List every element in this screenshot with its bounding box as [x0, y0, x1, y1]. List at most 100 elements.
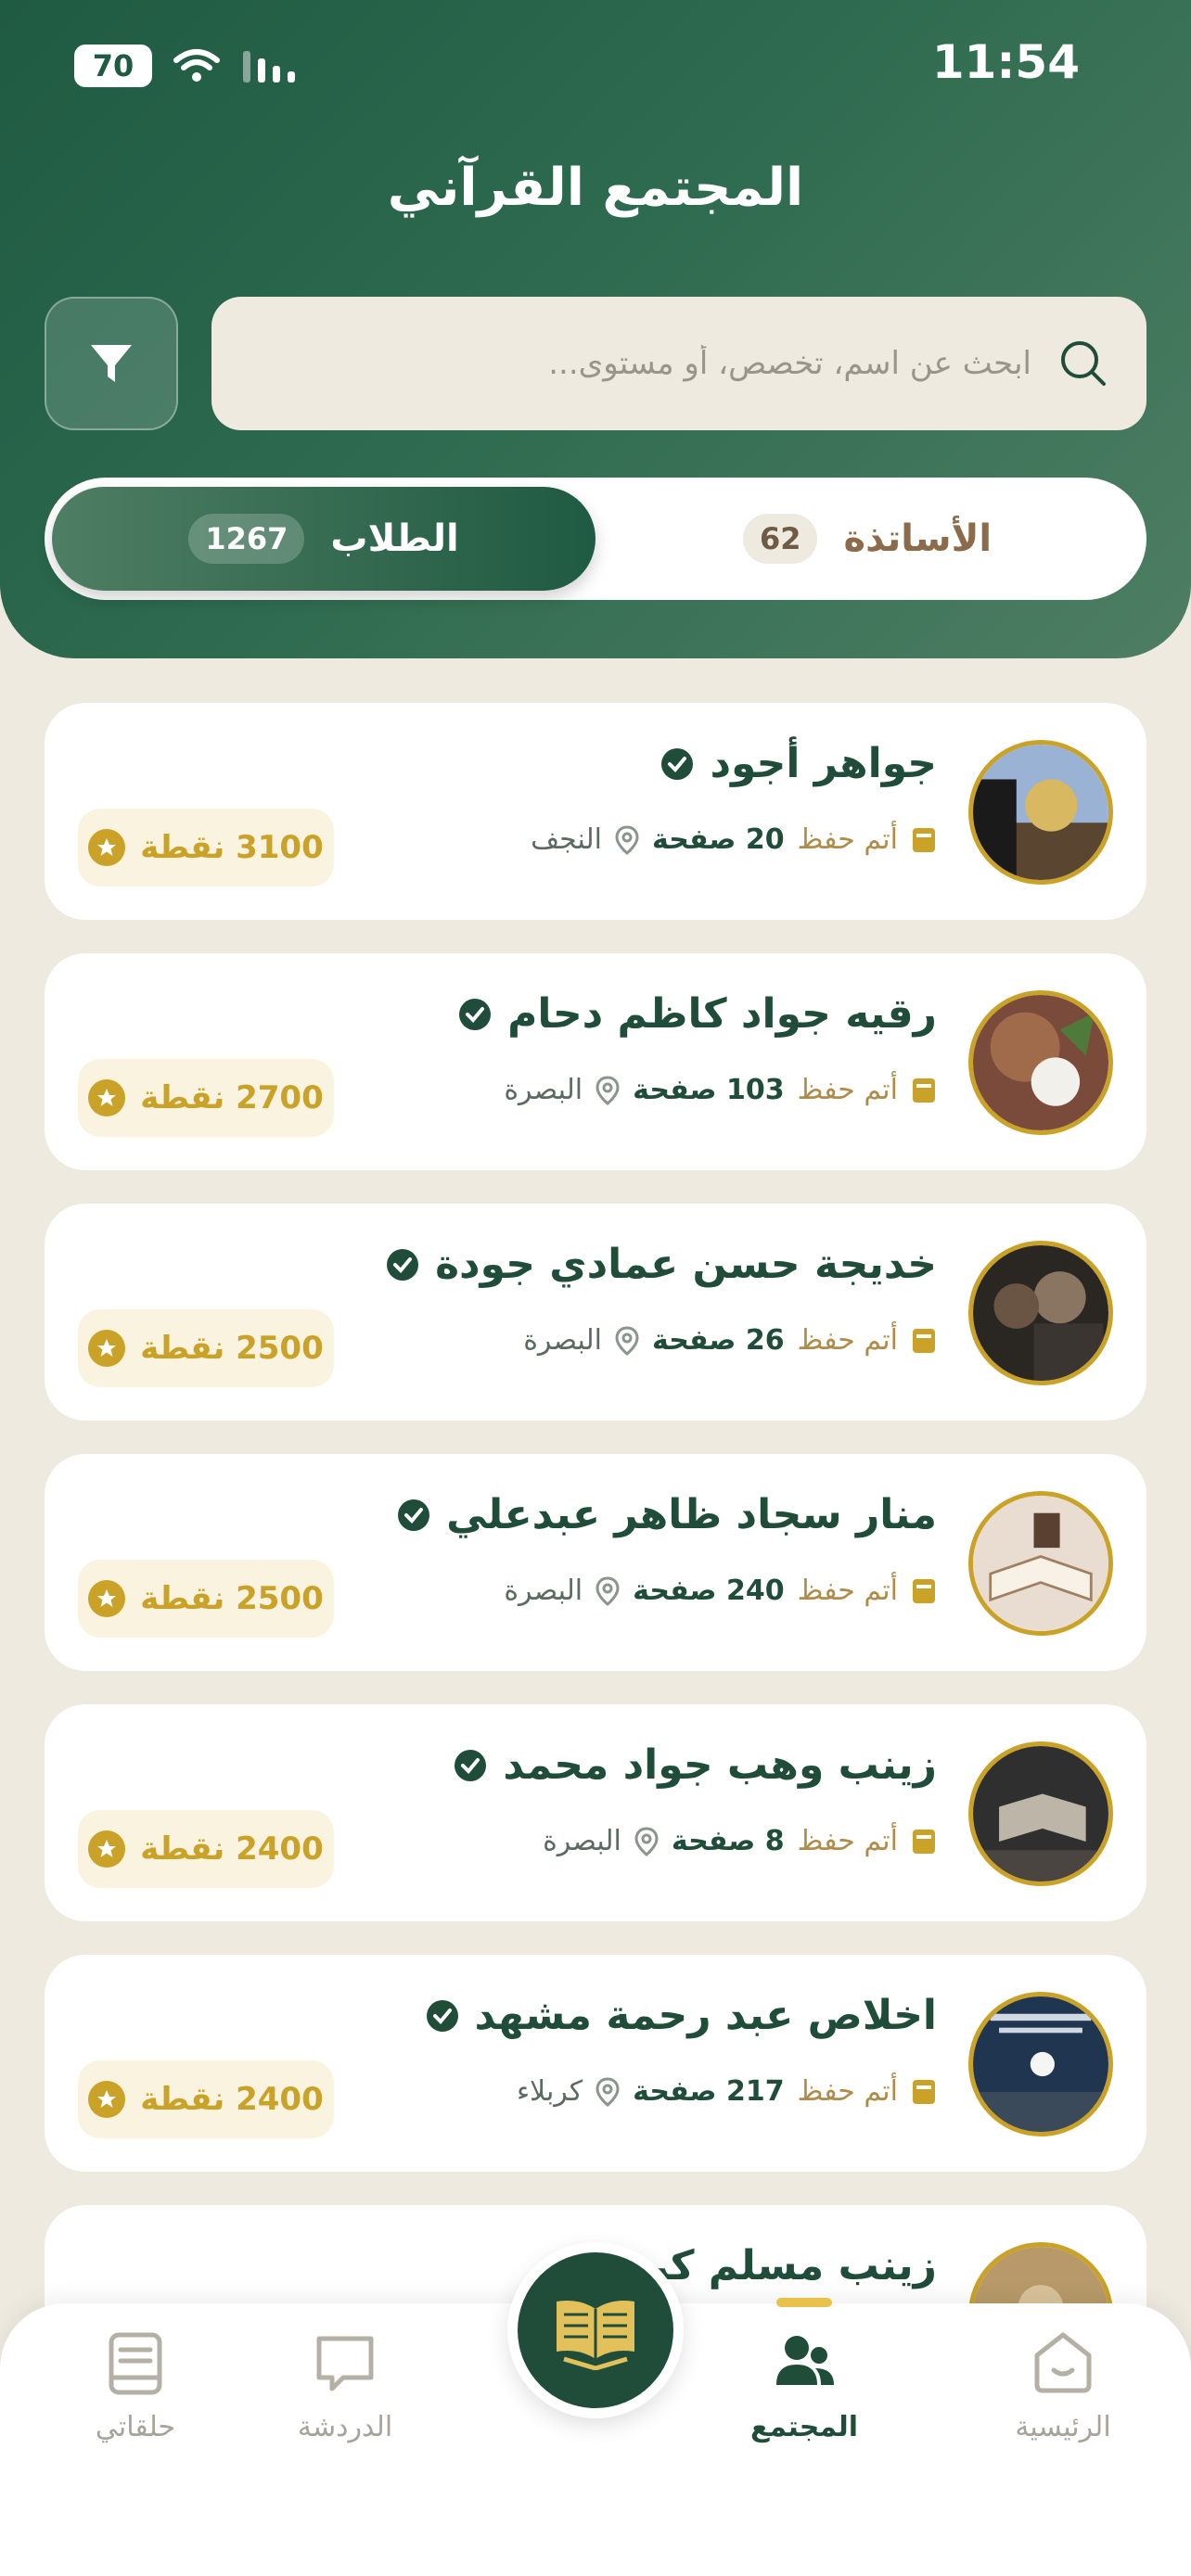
- verified-icon: [459, 998, 492, 1030]
- student-card[interactable]: خديجة حسن عمادي جودة أتم حفظ 26 صفحة الب…: [45, 1204, 1146, 1421]
- star-icon: [88, 1330, 126, 1367]
- active-tab-indicator: [776, 2298, 832, 2307]
- location-pin-icon: [634, 1826, 659, 1856]
- location-pin-icon: [596, 1075, 620, 1105]
- student-card[interactable]: زينب وهب جواد محمد أتم حفظ 8 صفحة البصرة…: [45, 1704, 1146, 1921]
- points-badge: 3100 نقطة: [78, 809, 334, 886]
- pages-count: 20 صفحة: [652, 823, 785, 856]
- tab-students[interactable]: الطلاب 1267: [52, 487, 596, 591]
- city: البصرة: [543, 1825, 621, 1857]
- open-quran-icon: [557, 2301, 634, 2370]
- pages-count: 8 صفحة: [671, 1825, 785, 1857]
- tab-teachers-label: الأساتذة: [843, 517, 992, 560]
- nav-home-label: الرئيسية: [1015, 2411, 1111, 2443]
- city: البصرة: [523, 1324, 603, 1357]
- points-badge: 2400 نقطة: [78, 2060, 334, 2138]
- avatar: [968, 1741, 1113, 1886]
- city: البصرة: [504, 1074, 583, 1106]
- quran-icon: [913, 1829, 935, 1854]
- avatar: [968, 740, 1113, 885]
- verified-icon: [398, 1498, 430, 1531]
- avatar: [968, 990, 1113, 1135]
- avatar: [968, 1491, 1113, 1636]
- memorized-label: أتم حفظ: [797, 1324, 898, 1357]
- star-icon: [88, 2081, 126, 2118]
- points-badge: 2700 نقطة: [78, 1059, 334, 1137]
- star-icon: [88, 1830, 126, 1868]
- tab-students-label: الطلاب: [330, 517, 459, 560]
- community-icon: [776, 2336, 834, 2385]
- points-value: 2400 نقطة: [140, 2081, 324, 2118]
- nav-community-label: المجتمع: [749, 2411, 859, 2443]
- points-value: 2500 نقطة: [140, 1330, 324, 1367]
- student-card[interactable]: منار سجاد ظاهر عبدعلي أتم حفظ 240 صفحة ا…: [45, 1454, 1146, 1671]
- filter-icon: [91, 345, 132, 382]
- points-value: 3100 نقطة: [140, 829, 324, 866]
- points-value: 2500 نقطة: [140, 1580, 324, 1617]
- points-badge: 2500 نقطة: [78, 1560, 334, 1638]
- nav-my-circles[interactable]: حلقاتي: [52, 2327, 219, 2443]
- search-box[interactable]: [211, 297, 1146, 430]
- student-name: رقيه جواد كاظم دحام: [507, 990, 937, 1038]
- tab-students-count: 1267: [188, 514, 305, 564]
- nav-chat[interactable]: الدردشة: [262, 2327, 429, 2443]
- pages-count: 103 صفحة: [633, 1074, 785, 1106]
- pages-count: 26 صفحة: [652, 1324, 785, 1357]
- segmented-tabs: الأساتذة 62 الطلاب 1267: [45, 478, 1146, 600]
- nav-my-circles-label: حلقاتي: [95, 2411, 176, 2443]
- avatar: [968, 1241, 1113, 1385]
- quran-center-button[interactable]: [507, 2242, 684, 2418]
- avatar: [968, 1992, 1113, 2136]
- city: النجف: [531, 823, 603, 856]
- search-input[interactable]: [249, 345, 1057, 382]
- location-pin-icon: [615, 824, 639, 855]
- nav-home[interactable]: الرئيسية: [980, 2327, 1146, 2443]
- location-pin-icon: [596, 2076, 620, 2107]
- memorized-label: أتم حفظ: [797, 2075, 898, 2108]
- status-bar: 70 11:54: [0, 0, 1191, 139]
- quran-icon: [913, 827, 935, 852]
- verified-icon: [426, 1999, 458, 2032]
- battery-indicator: 70: [74, 45, 152, 87]
- memorized-label: أتم حفظ: [797, 1825, 898, 1857]
- tab-teachers-count: 62: [742, 514, 818, 564]
- star-icon: [88, 1079, 126, 1116]
- students-list: جواهر أجود أتم حفظ 20 صفحة النجف 3100 نق…: [45, 703, 1146, 2455]
- star-icon: [88, 829, 126, 866]
- student-card[interactable]: اخلاص عبد رحمة مشهد أتم حفظ 217 صفحة كرب…: [45, 1955, 1146, 2172]
- quran-icon: [913, 1078, 935, 1103]
- page-title: المجتمع القرآني: [387, 158, 804, 218]
- memorized-label: أتم حفظ: [797, 823, 898, 856]
- location-pin-icon: [615, 1325, 639, 1356]
- home-icon: [1034, 2332, 1092, 2393]
- wifi-icon: [173, 49, 220, 82]
- student-card[interactable]: رقيه جواد كاظم دحام أتم حفظ 103 صفحة الب…: [45, 953, 1146, 1170]
- quran-icon: [913, 1328, 935, 1353]
- city: البصرة: [504, 1575, 583, 1607]
- signal-icon: [243, 51, 295, 83]
- location-pin-icon: [596, 1575, 620, 1606]
- chat-icon: [316, 2336, 374, 2391]
- student-name: منار سجاد ظاهر عبدعلي: [446, 1491, 937, 1538]
- student-card[interactable]: جواهر أجود أتم حفظ 20 صفحة النجف 3100 نق…: [45, 703, 1146, 920]
- points-value: 2700 نقطة: [140, 1079, 324, 1116]
- student-name: زينب وهب جواد محمد: [503, 1741, 937, 1789]
- points-badge: 2400 نقطة: [78, 1810, 334, 1888]
- points-value: 2400 نقطة: [140, 1830, 324, 1868]
- verified-icon: [387, 1248, 419, 1281]
- student-name: اخلاص عبد رحمة مشهد: [474, 1992, 937, 2039]
- memorized-label: أتم حفظ: [797, 1074, 898, 1106]
- nav-community[interactable]: المجتمع: [721, 2327, 888, 2443]
- header: 70 11:54 المجتمع القرآني ابحث عن اسم، تخ…: [0, 0, 1191, 658]
- pages-count: 217 صفحة: [633, 2075, 785, 2108]
- verified-icon: [661, 747, 694, 780]
- filter-button[interactable]: [45, 297, 178, 430]
- city: كربلاء: [516, 2075, 583, 2108]
- tab-teachers[interactable]: الأساتذة 62: [596, 487, 1139, 591]
- pages-count: 240 صفحة: [633, 1575, 785, 1607]
- nav-chat-label: الدردشة: [297, 2411, 393, 2443]
- student-name: خديجة حسن عمادي جودة: [435, 1241, 937, 1288]
- memorized-label: أتم حفظ: [797, 1575, 898, 1607]
- quran-icon: [913, 2079, 935, 2104]
- points-badge: 2500 نقطة: [78, 1309, 334, 1387]
